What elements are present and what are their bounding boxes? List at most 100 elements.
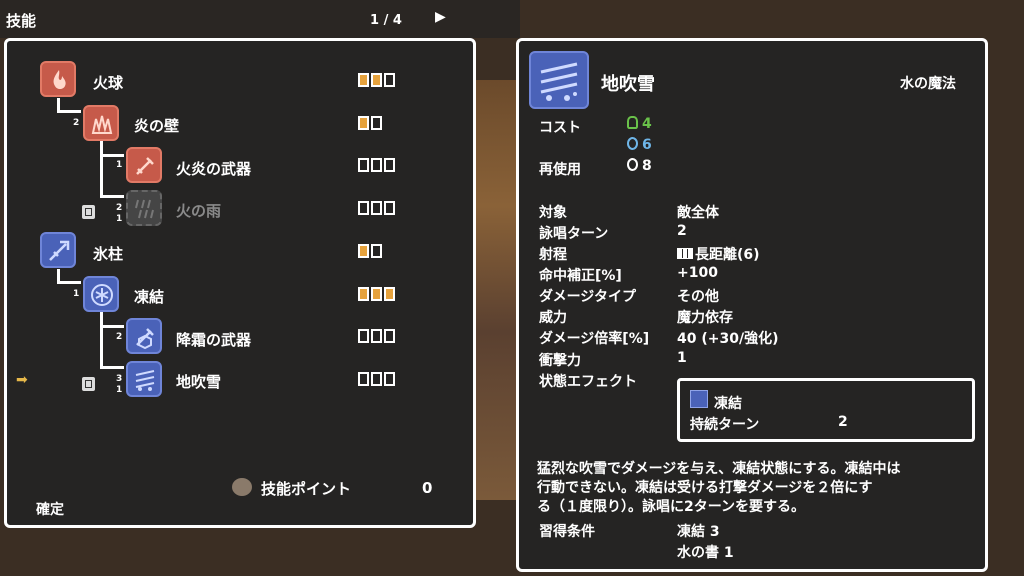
level-pip <box>358 329 369 343</box>
screen-title: 技能 <box>6 12 37 30</box>
stat-value-range: 長距離(6) <box>677 244 760 264</box>
requirement-item: 水の書 1 <box>677 545 734 561</box>
level-pip <box>371 244 382 258</box>
fire-weapon-icon[interactable] <box>126 147 162 183</box>
stat-label: 命中補正[%] <box>539 268 622 284</box>
skill-name-firewall[interactable]: 炎の壁 <box>134 115 179 136</box>
skill-level-pips <box>358 158 395 172</box>
mana-cost-value: 6 <box>642 137 652 153</box>
effect-duration-value: 2 <box>838 414 848 430</box>
description-line: 猛烈な吹雪でダメージを与え、凍結状態にする。凍結中は <box>537 461 901 477</box>
level-pip <box>384 158 395 172</box>
skill-name-freeze[interactable]: 凍結 <box>134 286 164 307</box>
skill-level-pips <box>358 287 395 301</box>
detail-skill-name: 地吹雪 <box>601 74 655 95</box>
frost-weapon-icon[interactable] <box>126 318 162 354</box>
blizzard-large-icon <box>529 51 589 109</box>
freeze-status-icon <box>690 390 708 408</box>
skill-name-ice-pillar[interactable]: 氷柱 <box>93 243 123 264</box>
stat-value: 2 <box>677 223 687 239</box>
level-pip <box>371 158 382 172</box>
requirement-level: 2 <box>73 118 80 128</box>
level-pip <box>358 73 369 87</box>
mana-icon <box>627 137 638 150</box>
tree-line <box>100 366 124 369</box>
blizzard-icon[interactable] <box>126 361 162 397</box>
tree-line <box>57 110 81 113</box>
level-pip <box>384 329 395 343</box>
detail-school: 水の魔法 <box>900 76 956 92</box>
stat-value: 魔力依存 <box>677 310 733 326</box>
level-pip <box>384 201 395 215</box>
ice-pillar-icon[interactable] <box>40 232 76 268</box>
level-pip <box>371 116 382 130</box>
tree-line <box>57 281 81 284</box>
cooldown-value: 8 <box>642 158 652 174</box>
effect-name: 凍結 <box>714 396 742 412</box>
skill-name-blizzard[interactable]: 地吹雪 <box>176 371 221 392</box>
skill-name-frost-weapon[interactable]: 降霜の武器 <box>176 329 251 350</box>
stamina-icon <box>627 116 638 129</box>
cooldown: 8 <box>627 158 652 174</box>
stat-label: 威力 <box>539 310 567 326</box>
level-pip <box>371 372 382 386</box>
requirement-level: 2 <box>116 332 123 342</box>
fire-rain-icon[interactable] <box>126 190 162 226</box>
page-indicator: 1 / 4 <box>370 13 402 28</box>
skill-level-pips <box>358 201 395 215</box>
next-page-icon[interactable]: ▶ <box>435 9 446 25</box>
skill-points-value: 0 <box>422 479 433 497</box>
level-pip <box>358 201 369 215</box>
level-pip <box>358 372 369 386</box>
requirement-level: 3 <box>116 374 123 384</box>
skill-level-pips <box>358 116 382 130</box>
stat-label: 衝撃力 <box>539 353 581 369</box>
requirement-level: 1 <box>73 289 80 299</box>
level-pip <box>384 73 395 87</box>
top-bar: 技能 1 / 4 ▶ <box>0 0 520 38</box>
skill-level-pips <box>358 73 395 87</box>
stat-value: 1 <box>677 350 687 366</box>
skill-name-fire-rain[interactable]: 火の雨 <box>176 200 221 221</box>
level-pip <box>371 201 382 215</box>
freeze-icon[interactable] <box>83 276 119 312</box>
skill-level-pips <box>358 244 382 258</box>
level-pip <box>358 244 369 258</box>
stat-label: 射程 <box>539 247 567 263</box>
level-pip <box>358 287 369 301</box>
requirement-level: 1 <box>116 160 123 170</box>
stat-label: 対象 <box>539 205 567 221</box>
level-pip <box>371 329 382 343</box>
cooldown-label: 再使用 <box>539 162 581 178</box>
effect-label: 状態エフェクト <box>539 374 637 390</box>
stat-value: 敵全体 <box>677 205 719 221</box>
level-pip <box>384 287 395 301</box>
confirm-button[interactable]: 確定 <box>36 499 64 519</box>
cost-label: コスト <box>539 120 581 136</box>
stat-label: 詠唱ターン <box>539 226 609 242</box>
skill-points-label: 技能ポイント <box>261 480 352 498</box>
level-pip <box>358 158 369 172</box>
skill-name-fireball[interactable]: 火球 <box>93 72 123 93</box>
description-line: 行動できない。凍結は受ける打撃ダメージを２倍にす <box>537 480 873 496</box>
level-pip <box>371 73 382 87</box>
tree-line <box>100 141 103 197</box>
book-icon <box>82 377 95 391</box>
stat-value: その他 <box>677 289 719 305</box>
book-requirement-level: 1 <box>116 385 123 395</box>
stat-value: 40 (+30/強化) <box>677 331 779 347</box>
skill-point-icon <box>232 478 252 496</box>
mana-cost: 6 <box>627 137 652 153</box>
range-grid-icon <box>677 248 693 259</box>
requirement-level: 2 <box>116 203 123 213</box>
description-line: る（１度限り）。詠唱に2ターンを要する。 <box>537 499 806 515</box>
fireball-icon[interactable] <box>40 61 76 97</box>
tree-line <box>100 154 124 157</box>
skill-name-fire-weapon[interactable]: 火炎の武器 <box>176 158 251 179</box>
book-requirement-level: 1 <box>116 214 123 224</box>
firewall-icon[interactable] <box>83 105 119 141</box>
stat-value: +100 <box>677 265 718 281</box>
tree-line <box>100 325 124 328</box>
tree-line <box>100 312 103 368</box>
stamina-cost: 4 <box>627 116 652 132</box>
